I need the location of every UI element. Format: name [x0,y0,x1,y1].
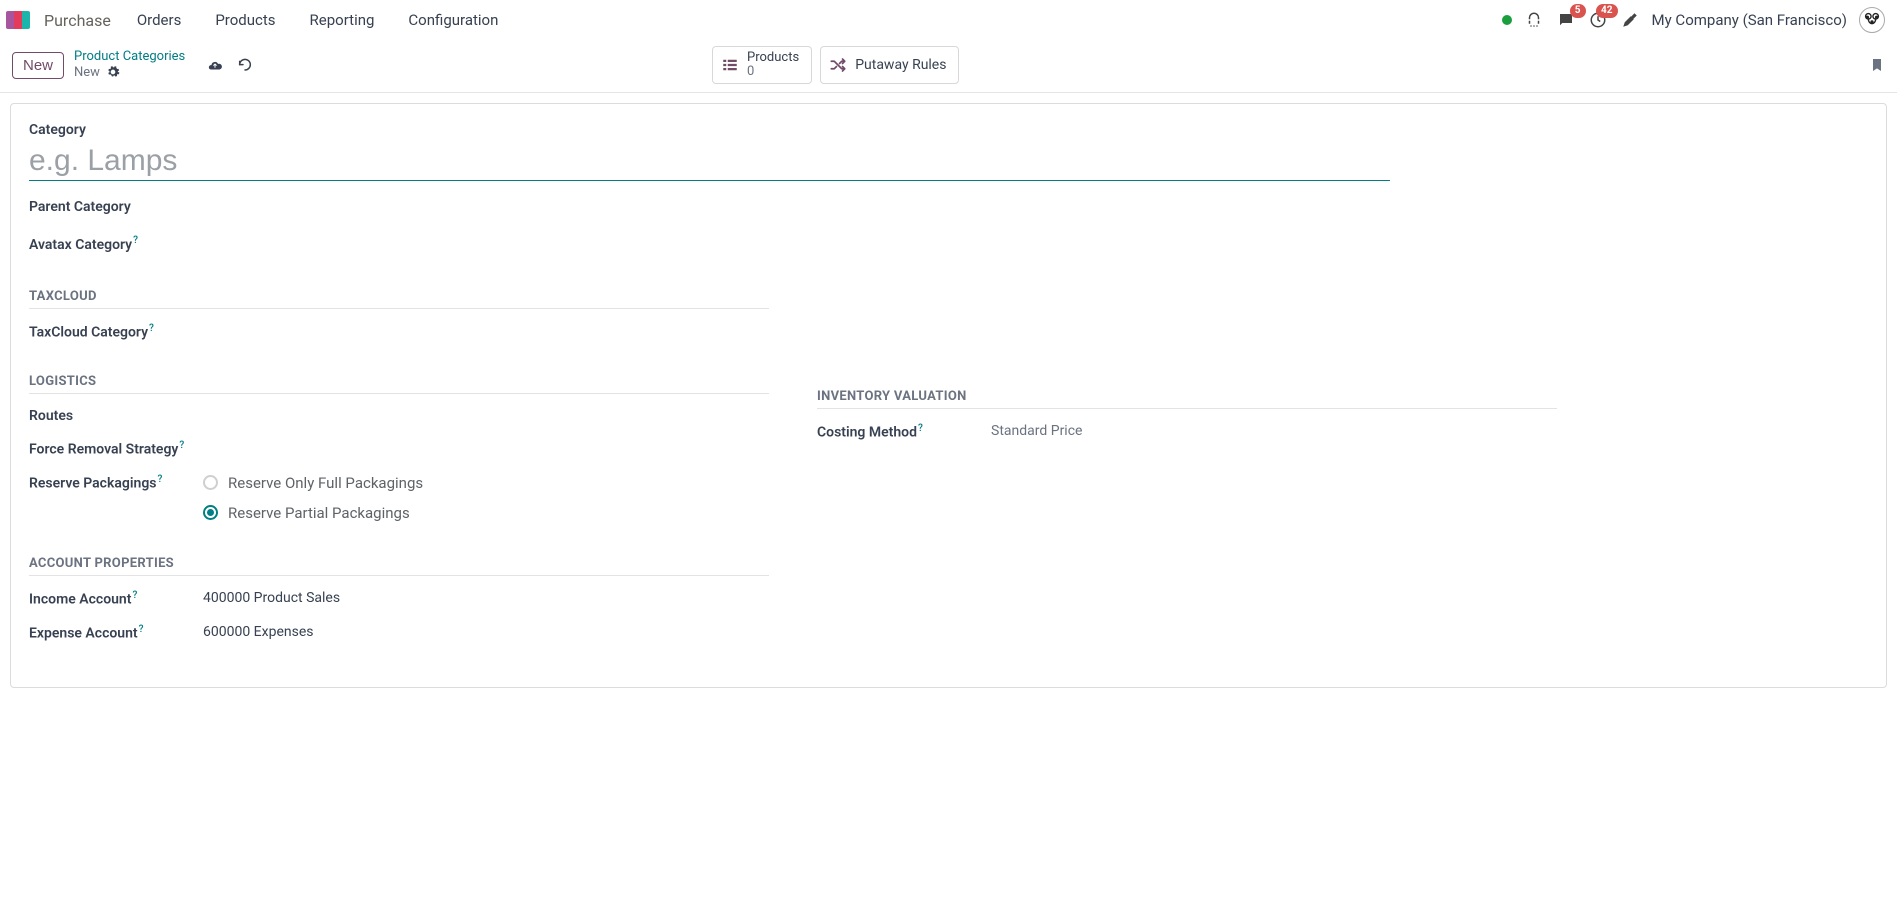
nav-reporting[interactable]: Reporting [308,7,377,33]
nav-configuration[interactable]: Configuration [406,7,500,33]
top-nav: Purchase Orders Products Reporting Confi… [0,0,1897,38]
control-bar: New Product Categories New Products 0 [0,38,1897,92]
help-icon[interactable]: ? [149,323,154,334]
breadcrumb-current-label: New [74,65,100,81]
costing-method-label: Costing Method [817,424,917,440]
gear-icon[interactable] [106,65,122,81]
nav-products[interactable]: Products [213,7,277,33]
reserve-partial-option[interactable]: Reserve Partial Packagings [203,504,423,522]
avatax-category-field[interactable]: Avatax Category? [29,235,1868,255]
reserve-packagings-field: Reserve Packagings? Reserve Only Full Pa… [29,474,769,522]
bookmark-icon[interactable] [1869,57,1885,73]
products-stat-button[interactable]: Products 0 [712,46,812,84]
left-column: TAXCLOUD TaxCloud Category? LOGISTICS Ro… [29,255,769,658]
new-button[interactable]: New [12,52,64,79]
reserve-full-label: Reserve Only Full Packagings [228,474,423,492]
force-removal-label: Force Removal Strategy [29,442,178,458]
income-account-label: Income Account [29,592,131,608]
stat-buttons: Products 0 Putaway Rules [712,46,959,84]
putaway-rules-label: Putaway Rules [855,57,946,73]
right-column: INVENTORY VALUATION Costing Method? Stan… [817,255,1557,658]
section-logistics: LOGISTICS [29,374,769,394]
category-label: Category [29,122,86,138]
section-account-props: ACCOUNT PROPERTIES [29,556,769,576]
user-avatar[interactable] [1859,7,1885,33]
save-discard-group [207,57,253,73]
income-account-value: 400000 Product Sales [203,590,340,606]
force-removal-field[interactable]: Force Removal Strategy? [29,440,769,458]
avatax-category-label: Avatax Category [29,237,132,253]
radio-selected-icon [203,505,218,520]
activities-icon[interactable]: 42 [1588,10,1608,30]
income-account-field[interactable]: Income Account? 400000 Product Sales [29,590,769,608]
expense-account-label: Expense Account [29,625,138,641]
parent-category-label: Parent Category [29,199,131,215]
discard-icon[interactable] [237,57,253,73]
expense-account-field[interactable]: Expense Account? 600000 Expenses [29,624,769,642]
tools-icon[interactable] [1620,10,1640,30]
nav-orders[interactable]: Orders [135,7,184,33]
reserve-full-option[interactable]: Reserve Only Full Packagings [203,474,423,492]
putaway-rules-button[interactable]: Putaway Rules [820,46,959,84]
shuffle-icon [829,56,847,74]
help-icon[interactable]: ? [139,624,144,635]
routes-field[interactable]: Routes [29,408,769,424]
form-columns: TAXCLOUD TaxCloud Category? LOGISTICS Ro… [29,255,1868,658]
form-sheet: Category Parent Category Avatax Category… [10,103,1887,688]
reserve-packagings-label: Reserve Packagings [29,476,156,492]
taxcloud-category-label: TaxCloud Category [29,324,148,340]
products-stat-title: Products [747,51,799,65]
divider [0,92,1897,93]
section-taxcloud: TAXCLOUD [29,289,769,309]
section-inventory-valuation: INVENTORY VALUATION [817,389,1557,409]
expense-account-value: 600000 Expenses [203,624,313,640]
category-input[interactable] [29,140,1390,181]
breadcrumb: Product Categories New [74,49,185,81]
costing-method-field[interactable]: Costing Method? Standard Price [817,423,1557,441]
messages-icon[interactable]: 5 [1556,10,1576,30]
routes-label: Routes [29,408,179,424]
messages-badge: 5 [1570,4,1586,18]
radio-icon [203,475,218,490]
company-selector[interactable]: My Company (San Francisco) [1652,11,1847,29]
phone-icon[interactable] [1524,10,1544,30]
cloud-save-icon[interactable] [207,57,223,73]
list-icon [721,56,739,74]
breadcrumb-current: New [74,65,185,81]
reserve-packagings-radios: Reserve Only Full Packagings Reserve Par… [203,474,423,522]
products-stat-count: 0 [747,65,799,79]
breadcrumb-parent[interactable]: Product Categories [74,49,185,65]
taxcloud-category-field[interactable]: TaxCloud Category? [29,323,769,341]
app-title[interactable]: Purchase [44,11,111,30]
category-field: Category [29,122,1868,181]
help-icon[interactable]: ? [157,474,162,485]
help-icon[interactable]: ? [179,440,184,451]
activities-badge: 42 [1596,4,1617,18]
top-nav-right: 5 42 My Company (San Francisco) [1502,7,1885,33]
help-icon[interactable]: ? [133,235,138,246]
parent-category-field[interactable]: Parent Category [29,199,1868,217]
products-stat-label: Products 0 [747,51,799,79]
app-logo[interactable] [6,11,30,29]
help-icon[interactable]: ? [132,590,137,601]
reserve-partial-label: Reserve Partial Packagings [228,504,410,522]
help-icon[interactable]: ? [918,423,923,434]
costing-method-value: Standard Price [991,423,1082,439]
presence-dot-icon [1502,15,1512,25]
